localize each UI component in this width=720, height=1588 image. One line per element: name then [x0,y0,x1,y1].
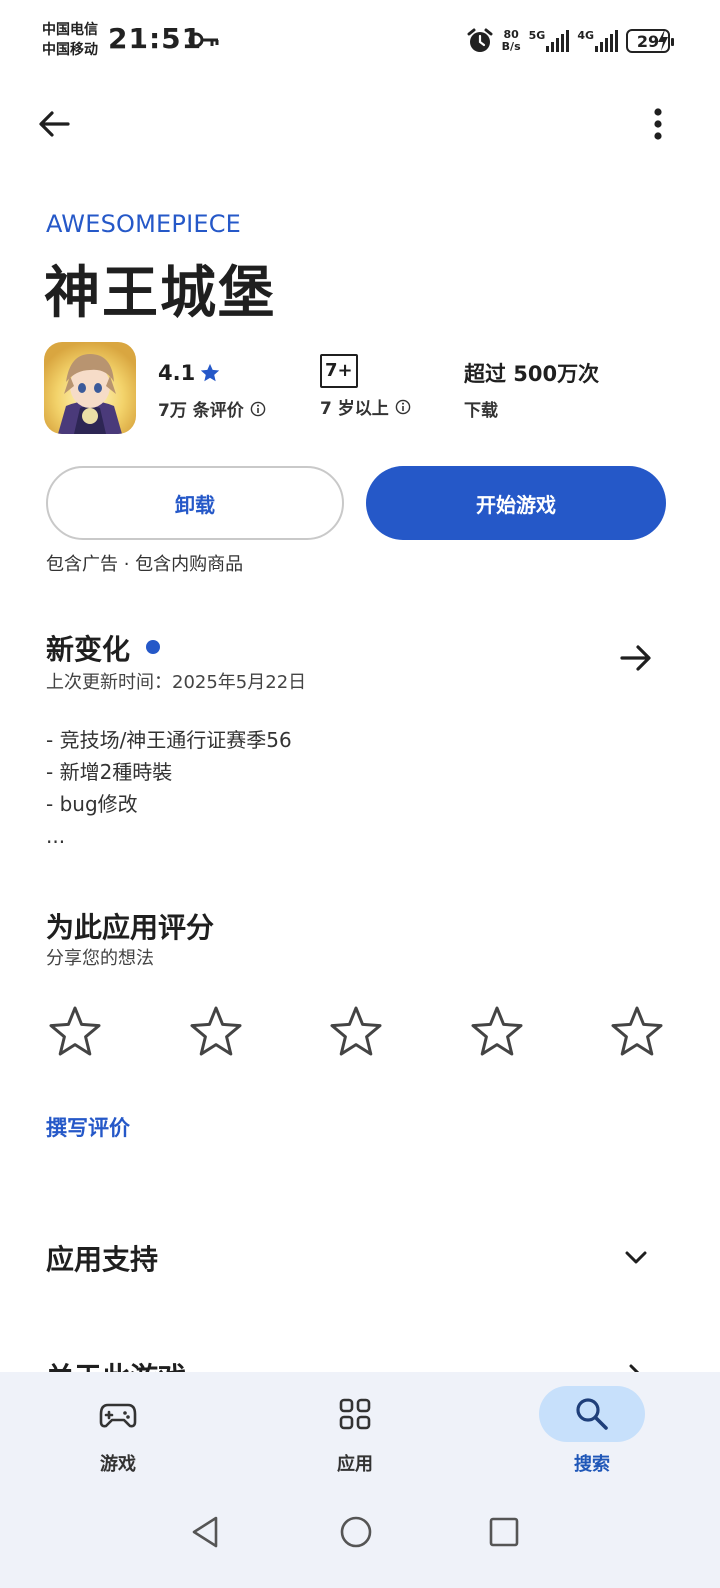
signal-bars-icon [595,30,618,52]
bottom-navigation: 游戏 应用 搜索 [0,1372,720,1588]
charging-icon [658,29,668,51]
app-bar [0,96,720,156]
app-support-title[interactable]: 应用支持 [46,1238,158,1278]
reviews-count: 7万 条评价 [158,401,244,421]
nav-item-apps[interactable]: 应用 [295,1386,415,1476]
rate-5-star-icon[interactable] [608,1004,666,1060]
status-bar: 中国电信 中国移动 21:51 80 B/s 5G 4G 29 [0,0,720,84]
signal-4g: 4G [577,30,618,52]
back-arrow-icon[interactable] [34,104,74,144]
star-icon [201,363,220,382]
alarm-icon [467,28,493,52]
status-icons: 80 B/s 5G 4G 29 [466,26,674,56]
app-icon [44,342,136,434]
system-home-icon[interactable] [336,1512,376,1552]
release-note-line: - bug修改 [46,792,138,816]
network-type-2: 4G [577,29,594,42]
downloads-stat: 超过 500万次 下载 [464,358,599,421]
release-note-line: - 竞技场/神王通行证赛季56 [46,728,292,752]
rate-app-subtitle: 分享您的想法 [46,948,154,969]
rate-4-star-icon[interactable] [468,1004,526,1060]
nav-item-games[interactable]: 游戏 [58,1386,178,1476]
vpn-key-icon [188,32,219,48]
rating-value: 4.1 [158,361,196,385]
system-recents-icon[interactable] [484,1512,524,1552]
more-options-icon[interactable] [638,104,678,144]
network-type-1: 5G [528,29,546,42]
age-rating-badge: 7+ [320,354,358,388]
system-back-icon[interactable] [186,1512,226,1552]
carrier-2: 中国移动 [42,42,98,58]
rate-1-star-icon[interactable] [46,1004,104,1060]
app-info-row: 4.1 7万 条评价 7+ 7 岁以上 超过 500万次 下载 [44,342,684,438]
apps-grid-icon [339,1398,371,1430]
signal-bars-icon [546,30,570,52]
info-icon [250,401,266,416]
app-title: 神王城堡 [44,261,276,326]
chevron-down-icon[interactable] [620,1242,652,1274]
contains-ads-iap: 包含广告 · 包含内购商品 [46,554,244,575]
release-note-line: ... [46,824,66,848]
nav-active-indicator [539,1386,645,1442]
uninstall-button[interactable]: 卸载 [46,466,344,540]
downloads-label: 下载 [464,401,498,421]
nav-label-search: 搜索 [574,1454,610,1475]
downloads-value: 超过 500万次 [464,362,600,386]
rating-stars [46,1004,666,1060]
rate-app-title: 为此应用评分 [46,911,215,944]
release-notes: - 竞技场/神王通行证赛季56 - 新增2種時裝 - bug修改 ... [46,724,292,852]
new-indicator-dot [146,640,160,654]
net-speed-unit: B/s [501,40,521,53]
age-rating-stat[interactable]: 7+ 7 岁以上 [320,354,411,419]
play-button[interactable]: 开始游戏 [366,466,666,540]
rate-3-star-icon[interactable] [327,1004,385,1060]
arrow-right-icon[interactable] [616,638,656,678]
info-icon [395,399,411,414]
rating-stat[interactable]: 4.1 7万 条评价 [158,358,266,421]
release-note-line: - 新增2種時裝 [46,760,173,784]
system-navigation [0,1504,720,1560]
developer-link[interactable]: AWESOMEPIECE [46,210,241,238]
last-updated: 上次更新时间：2025年5月22日 [46,672,307,693]
carrier-1: 中国电信 [42,22,98,38]
age-rating-label: 7 岁以上 [320,399,389,419]
whats-new-title[interactable]: 新变化 [46,628,130,668]
rate-2-star-icon[interactable] [187,1004,245,1060]
search-icon [576,1398,608,1430]
nav-item-search[interactable]: 搜索 [532,1386,652,1476]
signal-5g: 5G [529,30,570,52]
write-review-link[interactable]: 撰写评价 [46,1112,130,1142]
net-speed: 80 B/s [502,29,521,53]
carrier-info: 中国电信 中国移动 [42,20,98,60]
nav-label-games: 游戏 [100,1454,136,1475]
gamepad-icon [99,1403,137,1428]
nav-label-apps: 应用 [337,1454,373,1475]
